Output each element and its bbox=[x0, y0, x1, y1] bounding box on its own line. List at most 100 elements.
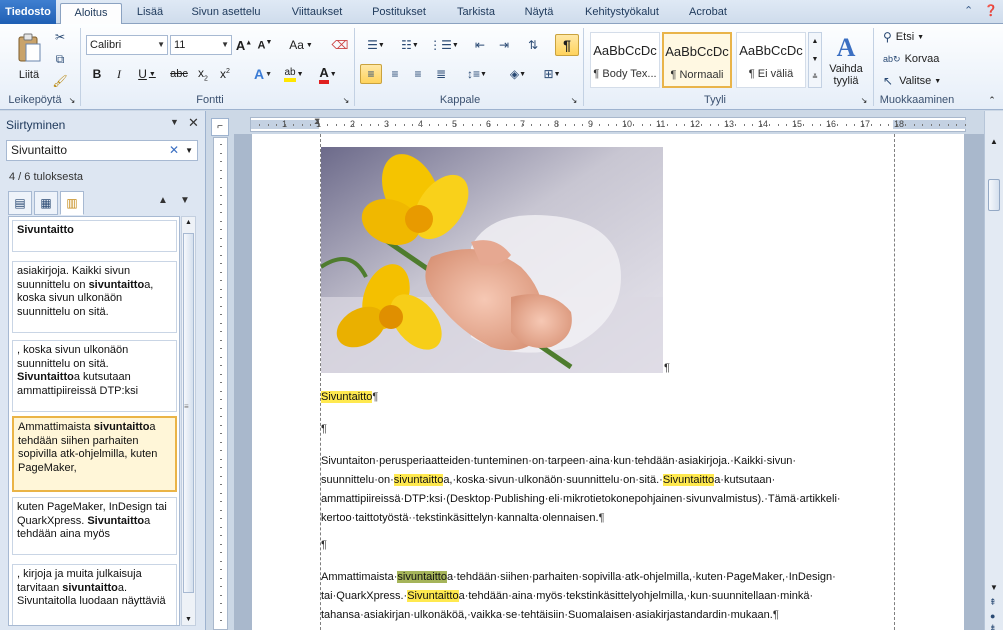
tab-aloitus[interactable]: Aloitus bbox=[60, 3, 122, 25]
browse-object-icon[interactable]: ● bbox=[990, 611, 995, 621]
collapse-ribbon-icon[interactable]: ⌃ bbox=[986, 94, 998, 106]
previous-result-icon[interactable]: ▲ bbox=[158, 195, 168, 206]
paste-button[interactable]: Liitä bbox=[12, 28, 46, 86]
previous-find-icon[interactable]: ⇞ bbox=[989, 597, 997, 608]
tab-headings[interactable]: ▤ bbox=[8, 191, 32, 215]
clear-search-icon[interactable]: ✕ bbox=[169, 141, 179, 160]
chevron-down-icon[interactable]: ▼ bbox=[809, 51, 821, 69]
help-minimize-icon[interactable]: ⌃ bbox=[964, 4, 973, 17]
align-center-button[interactable]: ≡ bbox=[385, 64, 405, 84]
chevron-up-icon[interactable]: ▲ bbox=[809, 33, 821, 51]
tab-acrobat[interactable]: Acrobat bbox=[680, 3, 736, 24]
increase-indent-button[interactable]: ⇥ bbox=[494, 36, 514, 54]
chevron-down-icon[interactable]: ▼ bbox=[185, 616, 192, 623]
tab-viittaukset[interactable]: Viittaukset bbox=[280, 3, 354, 24]
chevron-up-icon[interactable]: ▲ bbox=[990, 137, 998, 146]
chevron-down-icon[interactable]: ▼ bbox=[185, 141, 193, 160]
font-launcher-icon[interactable]: ↘ bbox=[340, 94, 352, 106]
highlight-button[interactable]: ab ▼ bbox=[280, 64, 308, 84]
empty-paragraph[interactable]: ¶ bbox=[321, 536, 891, 555]
shrink-font-button[interactable]: A▼ bbox=[256, 36, 274, 54]
styles-launcher-icon[interactable]: ↘ bbox=[858, 94, 870, 106]
paragraph-launcher-icon[interactable]: ↘ bbox=[568, 94, 580, 106]
select-button[interactable]: ↖ Valitse ▼ bbox=[882, 72, 952, 90]
help-icon[interactable]: ❓ bbox=[984, 4, 998, 17]
close-icon[interactable]: ✕ bbox=[188, 115, 199, 131]
empty-paragraph[interactable]: ¶ bbox=[321, 420, 891, 439]
strikethrough-button[interactable]: abc bbox=[168, 64, 190, 84]
search-result-item[interactable]: Sivuntaitto bbox=[12, 220, 177, 252]
font-name-combo[interactable]: Calibri ▼ bbox=[86, 35, 168, 55]
cut-button[interactable]: ✂ bbox=[50, 28, 70, 46]
next-find-icon[interactable]: ⇟ bbox=[989, 623, 997, 630]
tab-kehitystyökalut[interactable]: Kehitystyökalut bbox=[574, 3, 670, 24]
bullets-button[interactable]: ☰ ▼ bbox=[362, 36, 390, 54]
search-result-item[interactable]: , kirjoja ja muita julkaisuja tarvitaan … bbox=[12, 564, 177, 625]
horizontal-ruler[interactable]: ⧗ 1123456789101112131415161718 bbox=[250, 116, 966, 132]
justify-button[interactable]: ≣ bbox=[431, 64, 451, 84]
vertical-ruler[interactable] bbox=[213, 137, 228, 630]
clipboard-launcher-icon[interactable]: ↘ bbox=[66, 94, 78, 106]
grow-font-button[interactable]: A▲ bbox=[235, 36, 253, 54]
underline-button[interactable]: U ▼ bbox=[134, 64, 160, 84]
tab-tiedosto[interactable]: Tiedosto bbox=[0, 0, 56, 24]
numbering-button[interactable]: ☷ ▼ bbox=[396, 36, 424, 54]
chevron-up-icon[interactable]: ▲ bbox=[185, 219, 192, 226]
copy-button[interactable]: ⧉ bbox=[50, 50, 70, 68]
search-result-item[interactable]: kuten PageMaker, InDesign tai QuarkXpres… bbox=[12, 497, 177, 555]
font-size-combo[interactable]: 11 ▼ bbox=[170, 35, 232, 55]
find-button[interactable]: ⚲ Etsi ▼ bbox=[882, 28, 952, 46]
tab-lisää[interactable]: Lisää bbox=[128, 3, 172, 24]
tab-results[interactable]: ▥ bbox=[60, 191, 84, 215]
line-spacing-button[interactable]: ↕≡ ▼ bbox=[462, 64, 492, 84]
clear-formatting-button[interactable]: ⌫ bbox=[330, 36, 350, 54]
document-page[interactable]: ¶ Sivuntaitto¶ ¶ Sivuntaiton·perusperiaa… bbox=[252, 134, 964, 630]
style-body-text[interactable]: AaBbCcDc ¶ Body Tex... bbox=[590, 32, 660, 88]
ruler-label: 12 bbox=[690, 119, 701, 129]
nav-search-input[interactable]: Sivuntaitto ✕ ▼ bbox=[6, 140, 198, 161]
nav-results-scrollbar[interactable]: ▲ ≡ ▼ bbox=[181, 216, 196, 626]
decrease-indent-button[interactable]: ⇤ bbox=[470, 36, 490, 54]
replace-button[interactable]: ab↻ Korvaa bbox=[882, 50, 952, 68]
change-case-button[interactable]: Aa ▼ bbox=[286, 36, 316, 54]
ruler-tick bbox=[220, 314, 222, 315]
borders-button[interactable]: ⊞ ▼ bbox=[538, 64, 566, 84]
format-painter-button[interactable]: 🖌 bbox=[50, 72, 70, 90]
change-styles-button[interactable]: A Vaihda tyyliä bbox=[824, 28, 868, 92]
ruler-tick bbox=[701, 124, 702, 126]
shading-button[interactable]: ◈ ▼ bbox=[504, 64, 532, 84]
italic-button[interactable]: I bbox=[110, 64, 128, 84]
next-result-icon[interactable]: ▼ bbox=[180, 195, 190, 206]
subscript-button[interactable]: x2 bbox=[194, 64, 212, 84]
daffodil-photo[interactable] bbox=[321, 147, 663, 373]
font-color-button[interactable]: A ▼ bbox=[314, 64, 342, 84]
styles-gallery-scroll[interactable]: ▲ ▼ ≚ bbox=[808, 32, 822, 88]
tab-pages[interactable]: ▦ bbox=[34, 191, 58, 215]
nav-pane-options-icon[interactable]: ▼ bbox=[170, 117, 179, 127]
style-no-spacing[interactable]: AaBbCcDc ¶ Ei väliä bbox=[736, 32, 806, 88]
scrollbar-thumb[interactable] bbox=[988, 179, 1000, 211]
search-result-item[interactable]: Ammattimaista sivuntaittoa tehdään siihe… bbox=[12, 416, 177, 492]
tab-tarkista[interactable]: Tarkista bbox=[446, 3, 506, 24]
gallery-more-icon[interactable]: ≚ bbox=[809, 69, 821, 87]
sort-button[interactable]: ⇅ bbox=[522, 36, 544, 54]
tab-sivun-asettelu[interactable]: Sivun asettelu bbox=[180, 3, 272, 24]
tab-selector-icon[interactable]: ⌐ bbox=[211, 118, 229, 136]
document-scrollbar[interactable]: ▲ ▼ ⇞ ● ⇟ bbox=[984, 111, 1003, 630]
chevron-down-icon[interactable]: ▼ bbox=[990, 583, 998, 592]
align-left-button[interactable]: ≡ bbox=[360, 64, 382, 84]
tab-näytä[interactable]: Näytä bbox=[516, 3, 562, 24]
tab-postitukset[interactable]: Postitukset bbox=[362, 3, 436, 24]
style-normal[interactable]: AaBbCcDc ¶ Normaali bbox=[662, 32, 732, 88]
scrollbar-thumb[interactable] bbox=[183, 233, 194, 593]
bold-button[interactable]: B bbox=[88, 64, 106, 84]
doc-heading[interactable]: Sivuntaitto¶ bbox=[321, 388, 891, 407]
search-result-item[interactable]: , koska sivun ulkonäön suunnittelu on si… bbox=[12, 340, 177, 412]
multilevel-list-button[interactable]: ⋮☰ ▼ bbox=[429, 36, 459, 54]
search-result-item[interactable]: asiakirjoja. Kaikki sivun suunnittelu on… bbox=[12, 261, 177, 333]
align-right-button[interactable]: ≡ bbox=[408, 64, 428, 84]
superscript-button[interactable]: x2 bbox=[216, 64, 234, 84]
show-hide-marks-button[interactable]: ¶ bbox=[555, 34, 579, 56]
shrink-font-icon: A▼ bbox=[257, 38, 273, 52]
text-effects-button[interactable]: A ▼ bbox=[250, 64, 276, 84]
